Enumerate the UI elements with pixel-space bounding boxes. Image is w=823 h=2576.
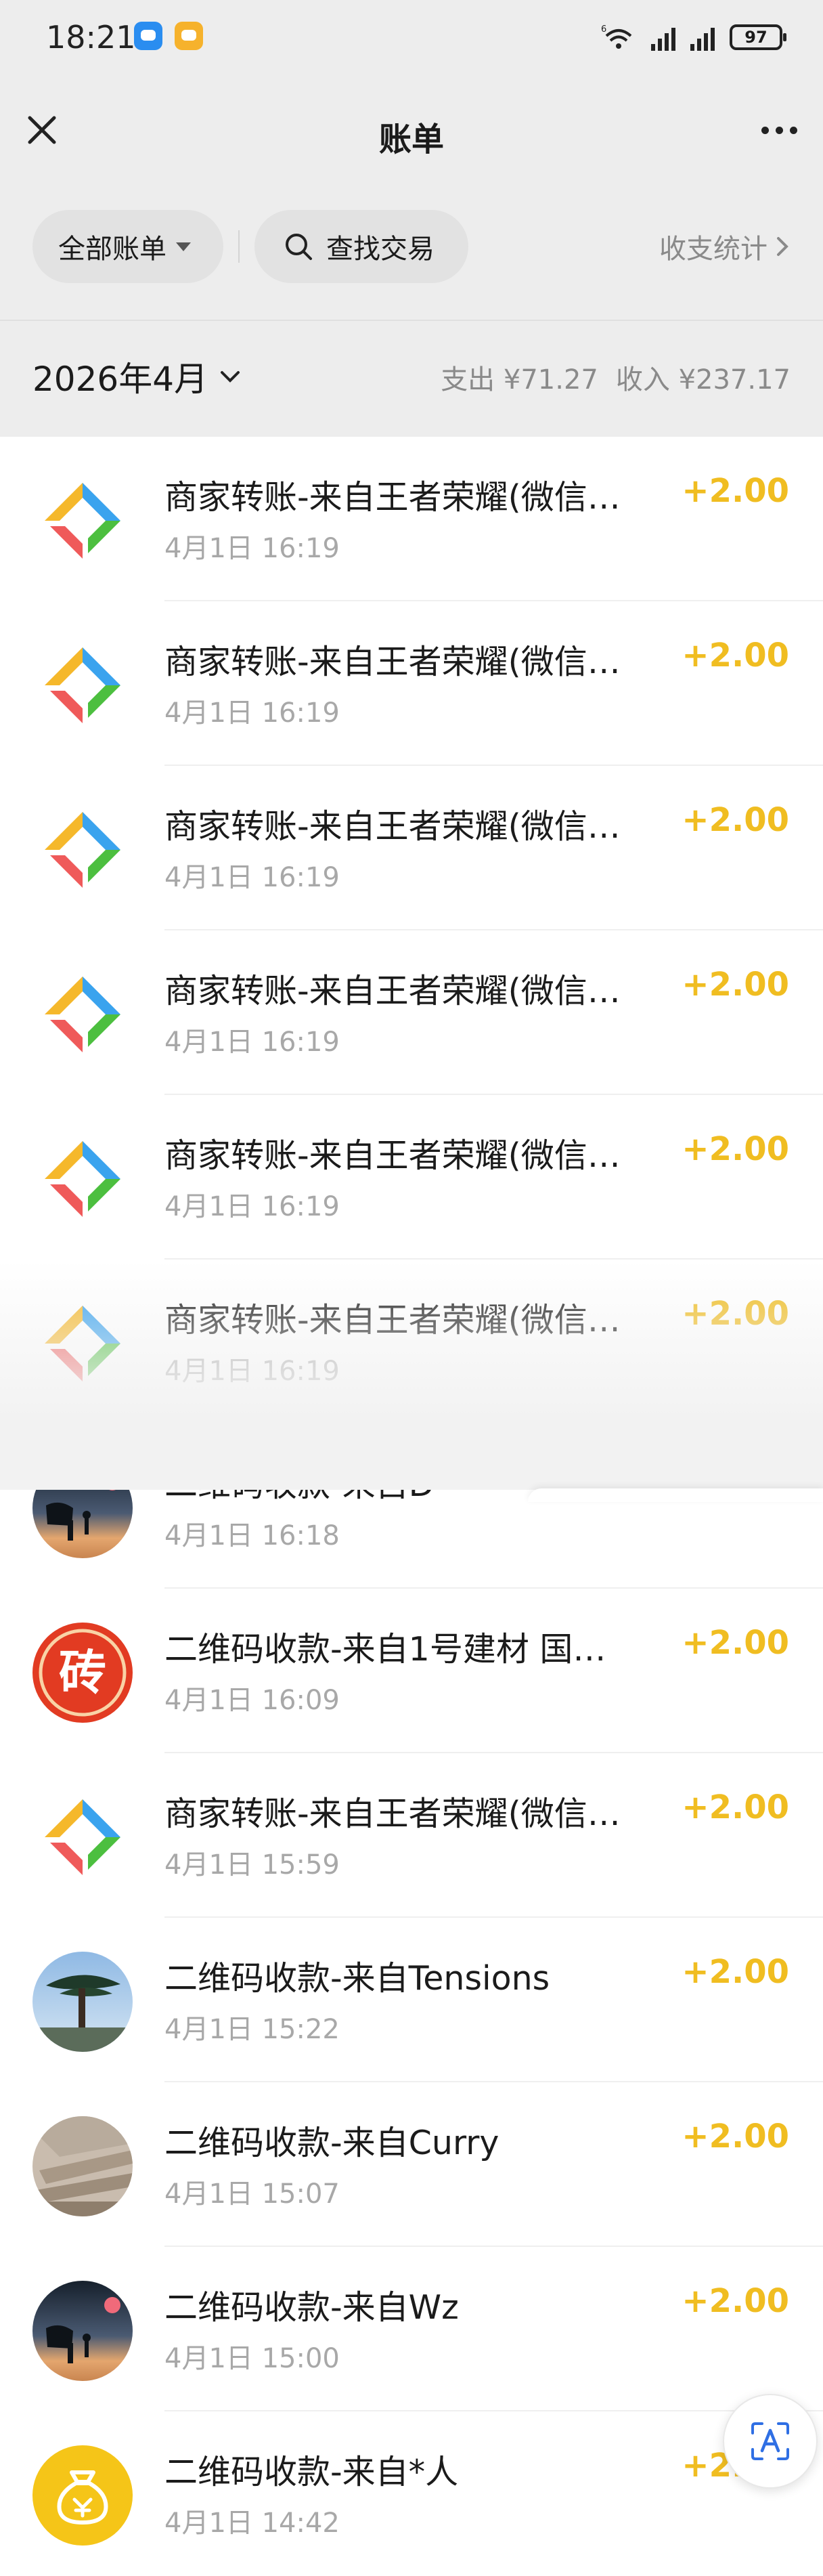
transaction-time: 4月1日 16:19 bbox=[164, 533, 340, 564]
all-bills-label: 全部账单 bbox=[58, 234, 166, 265]
transaction-amount: +2.00 bbox=[682, 2282, 789, 2320]
transaction-row[interactable]: 商家转账-来自王者荣耀(微信… 4月1日 16:19 +2.00 bbox=[0, 437, 823, 601]
search-transactions-button[interactable]: 查找交易 bbox=[254, 210, 468, 283]
transaction-title: 商家转账-来自王者荣耀(微信… bbox=[164, 478, 621, 517]
transaction-time: 4月1日 15:00 bbox=[164, 2343, 340, 2374]
transaction-amount: +2.00 bbox=[682, 1624, 789, 1662]
transaction-amount: +2.00 bbox=[682, 1130, 789, 1168]
status-time: 18:21 bbox=[46, 19, 136, 56]
merchant-logo-icon bbox=[32, 1129, 133, 1229]
sheet-edge bbox=[528, 1488, 823, 1502]
nav-bar: 账单 bbox=[0, 88, 823, 176]
notification-app-icon bbox=[134, 22, 162, 50]
month-selector[interactable]: 2026年4月 bbox=[32, 352, 242, 401]
transaction-amount: +2.00 bbox=[682, 1295, 789, 1333]
transaction-amount: +2.00 bbox=[682, 966, 789, 1004]
user-avatar-sunset-icon bbox=[32, 1458, 133, 1558]
signal-icon bbox=[690, 24, 715, 51]
more-icon[interactable] bbox=[755, 110, 803, 150]
month-label: 2026年4月 bbox=[32, 360, 208, 399]
transaction-row[interactable]: 商家转账-来自王者荣耀(微信… 4月1日 16:19 +2.00 bbox=[0, 766, 823, 930]
transaction-row[interactable]: 二维码收款-来自Wz 4月1日 15:00 +2.00 bbox=[0, 2247, 823, 2411]
transaction-time: 4月1日 15:22 bbox=[164, 2014, 340, 2045]
filter-bar: 全部账单 查找交易 收支统计 bbox=[0, 210, 823, 283]
transaction-row[interactable]: 二维码收款-来自D 4月1日 16:18 +2.00 bbox=[0, 1424, 823, 1589]
income-total: 收入 ¥237.17 bbox=[615, 364, 791, 395]
merchant-logo-icon bbox=[32, 471, 133, 571]
wifi-icon: 6 bbox=[601, 24, 632, 49]
scan-text-icon bbox=[751, 2422, 789, 2460]
signal-icon bbox=[651, 24, 675, 51]
transaction-time: 4月1日 15:07 bbox=[164, 2178, 340, 2210]
merchant-logo-icon bbox=[32, 635, 133, 735]
transaction-amount: +2.00 bbox=[682, 801, 789, 839]
transaction-amount: +2.00 bbox=[682, 637, 789, 674]
transaction-time: 4月1日 16:19 bbox=[164, 862, 340, 893]
transaction-time: 4月1日 15:59 bbox=[164, 1849, 340, 1881]
chevron-right-icon bbox=[777, 237, 788, 256]
notification-app-icon bbox=[175, 22, 203, 50]
text-recognition-button[interactable] bbox=[723, 2394, 818, 2489]
transaction-title: 商家转账-来自王者荣耀(微信… bbox=[164, 1136, 621, 1175]
user-avatar-sunset-icon bbox=[32, 2281, 133, 2381]
transaction-row[interactable]: 商家转账-来自王者荣耀(微信… 4月1日 16:19 +2.00 bbox=[0, 930, 823, 1095]
merchant-logo-icon bbox=[32, 964, 133, 1065]
status-bar: 18:21 6 97 bbox=[0, 0, 823, 74]
transaction-title: 商家转账-来自王者荣耀(微信… bbox=[164, 807, 621, 846]
transaction-title: 商家转账-来自王者荣耀(微信… bbox=[164, 643, 621, 681]
merchant-logo-icon bbox=[32, 1787, 133, 1887]
money-bag-avatar-icon bbox=[32, 2445, 133, 2546]
transaction-time: 4月1日 16:19 bbox=[164, 1027, 340, 1058]
transaction-amount: +2.00 bbox=[682, 1953, 789, 1991]
page-title: 账单 bbox=[378, 121, 444, 158]
month-summary: 2026年4月 支出 ¥71.27 收入 ¥237.17 bbox=[0, 320, 823, 437]
transaction-row[interactable]: 商家转账-来自王者荣耀(微信… 4月1日 16:19 +2.00 bbox=[0, 1095, 823, 1260]
transaction-row[interactable]: 二维码收款-来自Curry 4月1日 15:07 +2.00 bbox=[0, 2082, 823, 2247]
chevron-down-icon bbox=[221, 371, 240, 383]
transaction-list: 商家转账-来自王者荣耀(微信… 4月1日 16:19 +2.00 商家转账-来自王者… bbox=[0, 437, 823, 2576]
transaction-title: 二维码收款-来自Wz bbox=[164, 2288, 459, 2327]
transaction-row[interactable]: 砖 二维码收款-来自1号建材 国… 4月1日 16:09 +2.00 bbox=[0, 1589, 823, 1753]
transaction-time: 4月1日 16:18 bbox=[164, 1520, 340, 1551]
merchant-logo-icon bbox=[32, 800, 133, 900]
transaction-time: 4月1日 14:42 bbox=[164, 2508, 340, 2539]
transaction-row[interactable]: 二维码收款-来自*人4月1日 14:42+2.00 bbox=[0, 2411, 823, 2576]
transaction-time: 4月1日 16:19 bbox=[164, 1191, 340, 1222]
transaction-title: 二维码收款-来自Tensions bbox=[164, 1959, 550, 1998]
user-avatar-tree-icon bbox=[32, 1952, 133, 2052]
svg-text:6: 6 bbox=[601, 24, 606, 35]
divider bbox=[238, 230, 240, 263]
transaction-title: 二维码收款-来自1号建材 国… bbox=[164, 1630, 606, 1669]
transaction-title: 二维码收款-来自Curry bbox=[164, 2124, 499, 2162]
transaction-time: 4月1日 16:09 bbox=[164, 1685, 340, 1716]
battery-icon: 97 bbox=[730, 24, 786, 50]
transaction-row[interactable]: 商家转账-来自王者荣耀(微信… 4月1日 15:59 +2.00 bbox=[0, 1753, 823, 1918]
transaction-title: 二维码收款-来自*人 bbox=[164, 2453, 459, 2491]
brick-logo-avatar-icon: 砖 bbox=[32, 1623, 133, 1723]
all-bills-dropdown[interactable]: 全部账单 bbox=[32, 210, 223, 283]
search-icon bbox=[286, 234, 312, 260]
search-label: 查找交易 bbox=[326, 234, 435, 265]
expense-total: 支出 ¥71.27 bbox=[441, 364, 598, 395]
user-avatar-stairs-icon bbox=[32, 2116, 133, 2216]
caret-down-icon bbox=[176, 242, 191, 251]
month-totals: 支出 ¥71.27 收入 ¥237.17 bbox=[441, 358, 791, 397]
system-icons: 6 97 bbox=[601, 20, 786, 54]
transaction-row[interactable]: 商家转账-来自王者荣耀(微信… 4月1日 16:19 +2.00 bbox=[0, 1260, 823, 1424]
transaction-title: 商家转账-来自王者荣耀(微信… bbox=[164, 972, 621, 1010]
transaction-time: 4月1日 16:19 bbox=[164, 697, 340, 729]
svg-text:砖: 砖 bbox=[59, 1645, 106, 1700]
stats-label: 收支统计 bbox=[659, 234, 768, 265]
stats-link[interactable]: 收支统计 bbox=[659, 210, 791, 283]
merchant-logo-icon bbox=[32, 1293, 133, 1394]
transaction-time: 4月1日 16:19 bbox=[164, 1356, 340, 1387]
transaction-title: 商家转账-来自王者荣耀(微信… bbox=[164, 1301, 621, 1339]
transaction-row[interactable]: 商家转账-来自王者荣耀(微信… 4月1日 16:19 +2.00 bbox=[0, 601, 823, 766]
top-area: 18:21 6 97 账单 全部账单 查找交易 收支统计 2026年4月 支出 … bbox=[0, 0, 823, 437]
transaction-amount: +2.00 bbox=[682, 472, 789, 510]
transaction-amount: +2.00 bbox=[682, 1788, 789, 1826]
transaction-title: 商家转账-来自王者荣耀(微信… bbox=[164, 1795, 621, 1833]
transaction-amount: +2.00 bbox=[682, 2118, 789, 2155]
transaction-row[interactable]: 二维码收款-来自Tensions 4月1日 15:22 +2.00 bbox=[0, 1918, 823, 2082]
